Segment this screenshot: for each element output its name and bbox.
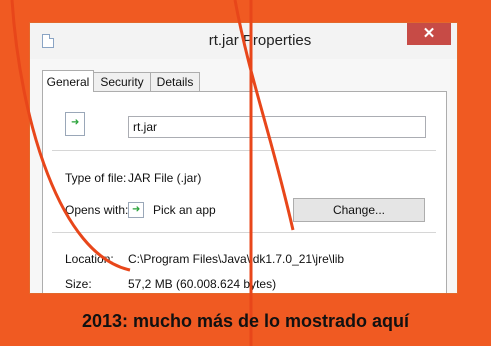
pick-app-icon: ➜ [128,202,144,218]
tab-general[interactable]: General [42,70,94,92]
type-value: JAR File (.jar) [128,171,202,185]
opens-label: Opens with: [65,203,129,217]
opens-value: Pick an app [153,203,216,217]
location-value: C:\Program Files\Java\jdk1.7.0_21\jre\li… [128,252,345,266]
divider [52,150,436,151]
caption: 2013: mucho más de lo mostrado aquí [81,311,410,331]
properties-window: rt.jar Properties ✕ General Security Det… [29,22,458,294]
size-label: Size: [65,277,92,291]
close-button[interactable]: ✕ [407,23,451,45]
app-icon [42,34,54,48]
tab-security[interactable]: Security [93,72,151,91]
jar-file-icon: ➜ [65,112,85,136]
window-title: rt.jar Properties [208,32,312,49]
general-panel: ➜ rt.jar Type of file: JAR File (.jar) O… [42,91,447,293]
file-name-field[interactable]: rt.jar [128,116,426,138]
location-label: Location: [65,252,114,266]
size-value: 57,2 MB (60.008.624 bytes) [128,277,277,291]
divider [52,232,436,233]
tab-details[interactable]: Details [150,72,200,91]
change-button[interactable]: Change... [293,198,425,222]
title-bar[interactable]: rt.jar Properties ✕ [30,23,457,59]
type-label: Type of file: [65,171,127,185]
background [0,0,28,346]
